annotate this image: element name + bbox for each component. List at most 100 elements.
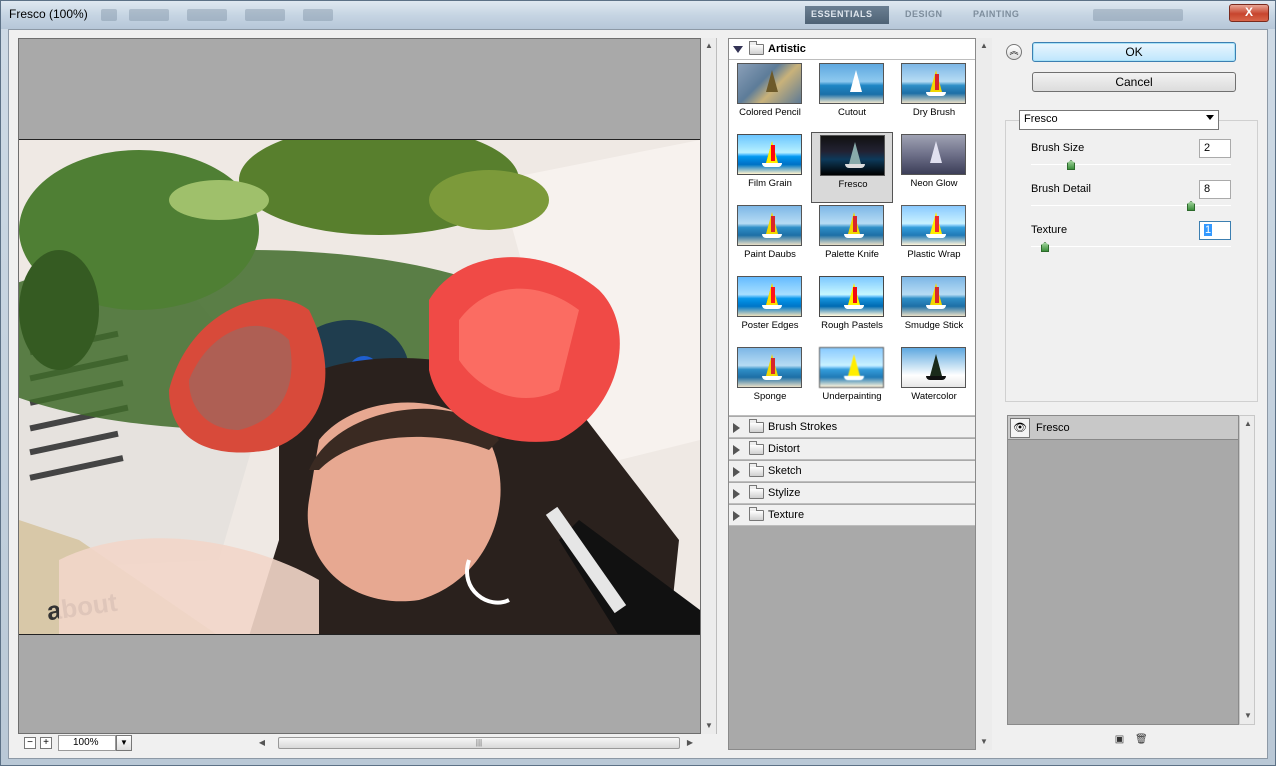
thumbnail-image bbox=[819, 276, 884, 317]
folder-icon bbox=[749, 419, 764, 433]
filter-thumb-colored-pencil[interactable]: Colored Pencil bbox=[729, 61, 811, 132]
filter-label: Rough Pastels bbox=[821, 320, 883, 331]
cancel-button[interactable]: Cancel bbox=[1032, 72, 1236, 92]
layers-vertical-scrollbar[interactable]: ▲ ▼ bbox=[1239, 415, 1255, 725]
scroll-down-arrow-icon[interactable]: ▼ bbox=[701, 718, 717, 734]
scroll-up-arrow-icon[interactable]: ▲ bbox=[1240, 416, 1256, 432]
filter-thumb-paint-daubs[interactable]: Paint Daubs bbox=[729, 203, 811, 274]
toolbar-ghost-icon bbox=[101, 9, 117, 21]
filter-label: Smudge Stick bbox=[904, 320, 964, 331]
texture-input[interactable]: 1 bbox=[1199, 221, 1231, 240]
scroll-down-arrow-icon[interactable]: ▼ bbox=[976, 734, 992, 750]
folder-icon bbox=[749, 507, 764, 521]
thumbnail-image bbox=[819, 205, 884, 246]
filter-select[interactable]: Fresco bbox=[1019, 110, 1219, 130]
filter-thumb-film-grain[interactable]: Film Grain bbox=[729, 132, 811, 203]
collapse-gallery-icon[interactable]: ︽ bbox=[1006, 44, 1022, 60]
category-label: Distort bbox=[768, 443, 800, 455]
workspace-tab[interactable]: PAINTING bbox=[967, 6, 1037, 24]
collapsed-triangle-icon bbox=[733, 423, 740, 433]
texture-slider-track[interactable] bbox=[1031, 246, 1231, 247]
scroll-down-arrow-icon[interactable]: ▼ bbox=[1240, 708, 1256, 724]
filter-thumb-neon-glow[interactable]: Neon Glow bbox=[893, 132, 975, 203]
thumbnail-image bbox=[820, 135, 885, 176]
zoom-in-button[interactable]: + bbox=[40, 737, 52, 749]
brush-size-input[interactable]: 2 bbox=[1199, 139, 1231, 158]
preview-vertical-scrollbar[interactable]: ▲ ▼ bbox=[701, 38, 717, 734]
category-brush-strokes[interactable]: Brush Strokes bbox=[729, 417, 975, 438]
category-sketch[interactable]: Sketch bbox=[729, 461, 975, 482]
brush-detail-label: Brush Detail bbox=[1031, 183, 1091, 195]
filter-thumb-sponge[interactable]: Sponge bbox=[729, 345, 811, 416]
filter-options-panel bbox=[1005, 120, 1258, 402]
scroll-thumb[interactable]: ||| bbox=[278, 737, 680, 749]
filter-thumb-underpainting[interactable]: Underpainting bbox=[811, 345, 893, 416]
zoom-level-field[interactable]: 100% bbox=[58, 735, 116, 751]
category-artistic[interactable]: Artistic bbox=[729, 39, 975, 60]
workspace-tab[interactable]: ESSENTIALS bbox=[805, 6, 889, 24]
collapsed-triangle-icon bbox=[733, 467, 740, 477]
scroll-left-arrow-icon[interactable]: ◀ bbox=[254, 735, 270, 751]
filter-label: Paint Daubs bbox=[744, 249, 796, 260]
new-effect-layer-icon[interactable]: ▣ bbox=[1114, 735, 1125, 746]
fresco-photo: about bbox=[19, 140, 700, 634]
ok-button[interactable]: OK bbox=[1032, 42, 1236, 62]
category-stylize[interactable]: Stylize bbox=[729, 483, 975, 504]
thumbnail-image bbox=[901, 205, 966, 246]
scroll-up-arrow-icon[interactable]: ▲ bbox=[701, 38, 717, 54]
brush-detail-input[interactable]: 8 bbox=[1199, 180, 1231, 199]
zoom-dropdown-icon[interactable]: ▼ bbox=[116, 735, 132, 751]
brush-size-label: Brush Size bbox=[1031, 142, 1085, 154]
zoom-out-button[interactable]: − bbox=[24, 737, 36, 749]
folder-icon bbox=[749, 441, 764, 455]
category-label: Brush Strokes bbox=[768, 421, 838, 433]
trash-icon[interactable]: 🗑 bbox=[1135, 735, 1148, 746]
collapsed-triangle-icon bbox=[733, 445, 740, 455]
toolbar-ghost-icon bbox=[303, 9, 333, 21]
thumbnail-image bbox=[819, 63, 884, 104]
thumbnail-image bbox=[901, 63, 966, 104]
toolbar-ghost-icon bbox=[187, 9, 227, 21]
filter-label: Poster Edges bbox=[741, 320, 799, 331]
title-bar[interactable]: Fresco (100%) ESSENTIALS DESIGN PAINTING… bbox=[1, 1, 1275, 29]
effect-layers-panel: 👁 Fresco bbox=[1007, 415, 1239, 725]
filter-thumb-cutout[interactable]: Cutout bbox=[811, 61, 893, 132]
preview-horizontal-scrollbar[interactable]: ◀ ||| ▶ bbox=[254, 736, 700, 750]
filter-thumb-poster-edges[interactable]: Poster Edges bbox=[729, 274, 811, 345]
filter-thumb-palette-knife[interactable]: Palette Knife bbox=[811, 203, 893, 274]
filter-label: Film Grain bbox=[748, 178, 792, 189]
filter-label: Fresco bbox=[838, 179, 868, 190]
thumbnail-image bbox=[901, 347, 966, 388]
filter-thumb-dry-brush[interactable]: Dry Brush bbox=[893, 61, 975, 132]
category-label: Stylize bbox=[768, 487, 801, 499]
filter-label: Cutout bbox=[838, 107, 866, 118]
thumbnail-image bbox=[737, 347, 802, 388]
preview-pane[interactable]: about bbox=[18, 38, 701, 734]
close-button[interactable]: X bbox=[1229, 4, 1269, 22]
scroll-right-arrow-icon[interactable]: ▶ bbox=[682, 735, 698, 751]
filter-label: Dry Brush bbox=[912, 107, 956, 118]
filter-thumb-plastic-wrap[interactable]: Plastic Wrap bbox=[893, 203, 975, 274]
filter-label: Plastic Wrap bbox=[907, 249, 961, 260]
filter-thumb-rough-pastels[interactable]: Rough Pastels bbox=[811, 274, 893, 345]
filter-thumb-watercolor[interactable]: Watercolor bbox=[893, 345, 975, 416]
texture-label: Texture bbox=[1031, 224, 1068, 236]
folder-icon bbox=[749, 41, 764, 55]
category-label: Artistic bbox=[768, 43, 806, 55]
eye-icon[interactable]: 👁 bbox=[1010, 418, 1030, 438]
thumbnail-image bbox=[819, 347, 884, 388]
brush-detail-slider-track[interactable] bbox=[1031, 205, 1231, 206]
toolbar-ghost-icon bbox=[129, 9, 169, 21]
filter-thumb-fresco[interactable]: Fresco bbox=[811, 132, 893, 203]
thumbnail-image bbox=[901, 276, 966, 317]
workspace-tab[interactable]: DESIGN bbox=[899, 6, 959, 24]
effect-layer-row[interactable]: 👁 Fresco bbox=[1008, 416, 1238, 440]
brush-size-slider-track[interactable] bbox=[1031, 164, 1231, 165]
scroll-up-arrow-icon[interactable]: ▲ bbox=[976, 38, 992, 54]
category-texture[interactable]: Texture bbox=[729, 505, 975, 526]
filter-label: Palette Knife bbox=[825, 249, 879, 260]
filter-thumb-smudge-stick[interactable]: Smudge Stick bbox=[893, 274, 975, 345]
gallery-vertical-scrollbar[interactable]: ▲ ▼ bbox=[976, 38, 992, 750]
category-distort[interactable]: Distort bbox=[729, 439, 975, 460]
collapsed-triangle-icon bbox=[733, 489, 740, 499]
